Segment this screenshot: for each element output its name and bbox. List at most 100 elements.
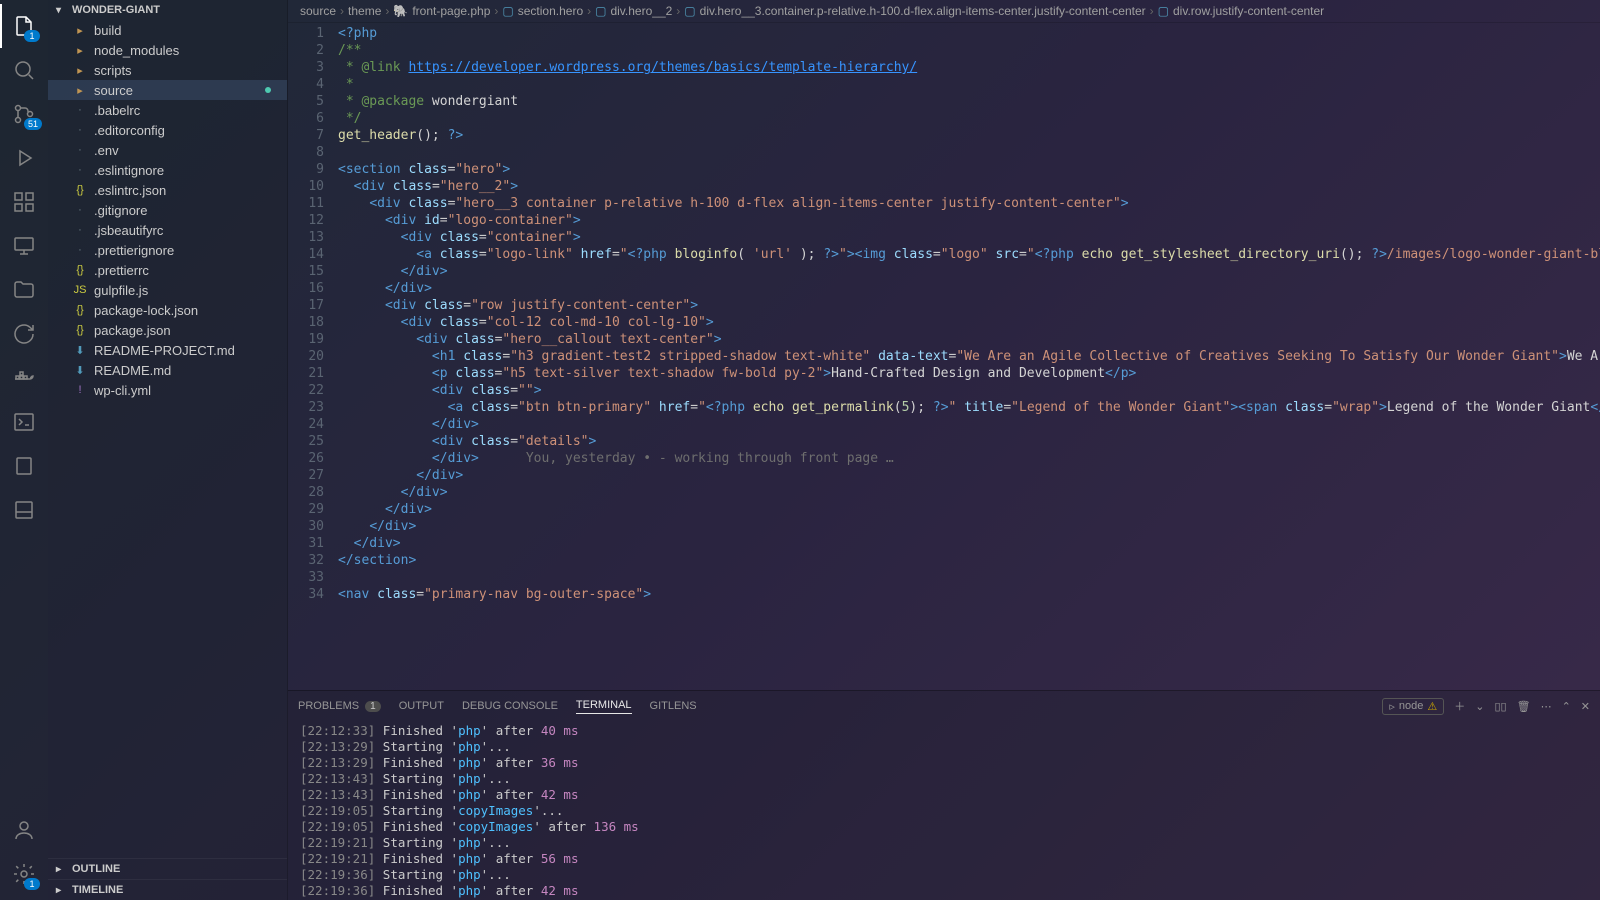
file-item[interactable]: JSgulpfile.js bbox=[48, 280, 287, 300]
file-tree[interactable]: ▸build▸node_modules▸scripts▸source·.babe… bbox=[48, 20, 287, 858]
project-root-header[interactable]: ▾ WONDER-GIANT bbox=[48, 0, 287, 20]
breadcrumb-item[interactable]: 🐘front-page.php bbox=[393, 4, 490, 18]
code-line[interactable]: </div> bbox=[338, 535, 1600, 552]
file-item[interactable]: ⬇README-PROJECT.md bbox=[48, 340, 287, 360]
file-item[interactable]: ·.babelrc bbox=[48, 100, 287, 120]
code-line[interactable]: get_header(); ?> bbox=[338, 127, 1600, 144]
folder-item[interactable]: ▸source bbox=[48, 80, 287, 100]
explorer-icon[interactable]: 1 bbox=[0, 4, 48, 48]
folder-item[interactable]: ▸node_modules bbox=[48, 40, 287, 60]
code-line[interactable]: </div> bbox=[338, 467, 1600, 484]
breadcrumb-item[interactable]: ▢section.hero bbox=[502, 4, 583, 18]
more-actions-icon[interactable]: ⋯ bbox=[1541, 700, 1552, 713]
code-line[interactable]: </div> bbox=[338, 280, 1600, 297]
terminal-selector[interactable]: ▹ node ⚠ bbox=[1382, 698, 1444, 715]
code-line[interactable] bbox=[338, 144, 1600, 161]
tab-terminal[interactable]: TERMINAL bbox=[576, 699, 632, 714]
terminal-output[interactable]: [22:12:33] Finished 'php' after 40 ms [22… bbox=[288, 721, 1600, 900]
code-line[interactable]: <div class="col-12 col-md-10 col-lg-10"> bbox=[338, 314, 1600, 331]
timeline-section[interactable]: ▸ TIMELINE bbox=[48, 879, 287, 900]
file-item[interactable]: ·.editorconfig bbox=[48, 120, 287, 140]
tab-problems[interactable]: PROBLEMS 1 bbox=[298, 700, 381, 712]
terminal-line: [22:19:21] Finished 'php' after 56 ms bbox=[300, 851, 1588, 867]
breadcrumbs[interactable]: source›theme›🐘front-page.php›▢section.he… bbox=[288, 0, 1600, 23]
bookmark-icon[interactable] bbox=[0, 444, 48, 488]
file-item[interactable]: ⬇README.md bbox=[48, 360, 287, 380]
code-line[interactable]: <div class="hero__callout text-center"> bbox=[338, 331, 1600, 348]
code-line[interactable]: <a class="btn btn-primary" href="<?php e… bbox=[338, 399, 1600, 416]
code-line[interactable]: */ bbox=[338, 110, 1600, 127]
code-line[interactable]: </div> bbox=[338, 518, 1600, 535]
remote-icon[interactable] bbox=[0, 224, 48, 268]
code-line[interactable]: <div class="container"> bbox=[338, 229, 1600, 246]
code-line[interactable]: </section> bbox=[338, 552, 1600, 569]
code-line[interactable]: </div> bbox=[338, 501, 1600, 518]
close-panel-icon[interactable]: ✕ bbox=[1581, 700, 1590, 713]
file-item[interactable]: {}.prettierrc bbox=[48, 260, 287, 280]
folder-item[interactable]: ▸build bbox=[48, 20, 287, 40]
file-item[interactable]: {}package-lock.json bbox=[48, 300, 287, 320]
code-line[interactable]: * @link https://developer.wordpress.org/… bbox=[338, 59, 1600, 76]
code-line[interactable]: <div class="details"> bbox=[338, 433, 1600, 450]
code-line[interactable]: </div> bbox=[338, 263, 1600, 280]
breadcrumb-item[interactable]: ▢div.hero__3.container.p-relative.h-100.… bbox=[684, 4, 1145, 18]
file-item[interactable]: ·.prettierignore bbox=[48, 240, 287, 260]
code-line[interactable] bbox=[338, 569, 1600, 586]
file-item[interactable]: !wp-cli.yml bbox=[48, 380, 287, 400]
folder-icon[interactable] bbox=[0, 268, 48, 312]
terminal-line: [22:13:43] Starting 'php'... bbox=[300, 771, 1588, 787]
terminal-line: [22:12:33] Finished 'php' after 40 ms bbox=[300, 723, 1588, 739]
folder-item[interactable]: ▸scripts bbox=[48, 60, 287, 80]
settings-icon[interactable]: 1 bbox=[0, 852, 48, 896]
tab-gitlens[interactable]: GITLENS bbox=[650, 700, 697, 712]
line-number: 9 bbox=[288, 161, 324, 178]
line-number: 19 bbox=[288, 331, 324, 348]
tab-output[interactable]: OUTPUT bbox=[399, 700, 444, 712]
code-line[interactable]: </div> bbox=[338, 416, 1600, 433]
split-terminal-icon[interactable]: ▯▯ bbox=[1494, 700, 1506, 713]
tab-debug-console[interactable]: DEBUG CONSOLE bbox=[462, 700, 558, 712]
search-icon[interactable] bbox=[0, 48, 48, 92]
code-line[interactable]: <div class="hero__2"> bbox=[338, 178, 1600, 195]
code-area[interactable]: <?php/** * @link https://developer.wordp… bbox=[338, 23, 1600, 690]
new-terminal-icon[interactable]: ＋ bbox=[1454, 698, 1465, 714]
code-line[interactable]: <a class="logo-link" href="<?php bloginf… bbox=[338, 246, 1600, 263]
outline-section[interactable]: ▸ OUTLINE bbox=[48, 858, 287, 879]
maximize-panel-icon[interactable]: ⌃ bbox=[1562, 700, 1571, 713]
code-line[interactable]: <?php bbox=[338, 25, 1600, 42]
code-line[interactable]: * @package wondergiant bbox=[338, 93, 1600, 110]
file-item[interactable]: ·.jsbeautifyrc bbox=[48, 220, 287, 240]
code-line[interactable]: <section class="hero"> bbox=[338, 161, 1600, 178]
file-item[interactable]: ·.gitignore bbox=[48, 200, 287, 220]
file-item[interactable]: {}package.json bbox=[48, 320, 287, 340]
code-line[interactable]: </div> You, yesterday • - working throug… bbox=[338, 450, 1600, 467]
breadcrumb-item[interactable]: ▢div.hero__2 bbox=[595, 4, 672, 18]
code-line[interactable]: <div class="hero__3 container p-relative… bbox=[338, 195, 1600, 212]
code-line[interactable]: <div class=""> bbox=[338, 382, 1600, 399]
code-line[interactable]: /** bbox=[338, 42, 1600, 59]
code-line[interactable]: <nav class="primary-nav bg-outer-space"> bbox=[338, 586, 1600, 603]
file-item[interactable]: ·.eslintignore bbox=[48, 160, 287, 180]
source-control-icon[interactable]: 51 bbox=[0, 92, 48, 136]
file-item[interactable]: {}.eslintrc.json bbox=[48, 180, 287, 200]
code-line[interactable]: <p class="h5 text-silver text-shadow fw-… bbox=[338, 365, 1600, 382]
docker-icon[interactable] bbox=[0, 356, 48, 400]
breadcrumb-item[interactable]: source bbox=[300, 4, 336, 18]
terminal-dropdown-icon[interactable]: ⌄ bbox=[1475, 700, 1484, 713]
breadcrumb-item[interactable]: theme bbox=[348, 4, 381, 18]
terminal-icon[interactable] bbox=[0, 400, 48, 444]
code-line[interactable]: * bbox=[338, 76, 1600, 93]
code-line[interactable]: </div> bbox=[338, 484, 1600, 501]
code-line[interactable]: <div class="row justify-content-center"> bbox=[338, 297, 1600, 314]
code-line[interactable]: <div id="logo-container"> bbox=[338, 212, 1600, 229]
breadcrumb-item[interactable]: ▢div.row.justify-content-center bbox=[1158, 4, 1325, 18]
account-icon[interactable] bbox=[0, 808, 48, 852]
extensions-icon[interactable] bbox=[0, 180, 48, 224]
code-line[interactable]: <h1 class="h3 gradient-test2 stripped-sh… bbox=[338, 348, 1600, 365]
panel-icon[interactable] bbox=[0, 488, 48, 532]
kill-terminal-icon[interactable]: 🗑 bbox=[1517, 700, 1531, 713]
debug-icon[interactable] bbox=[0, 136, 48, 180]
sync-icon[interactable] bbox=[0, 312, 48, 356]
file-item[interactable]: ·.env bbox=[48, 140, 287, 160]
editor[interactable]: 1234567891011121314151617181920212223242… bbox=[288, 23, 1600, 690]
